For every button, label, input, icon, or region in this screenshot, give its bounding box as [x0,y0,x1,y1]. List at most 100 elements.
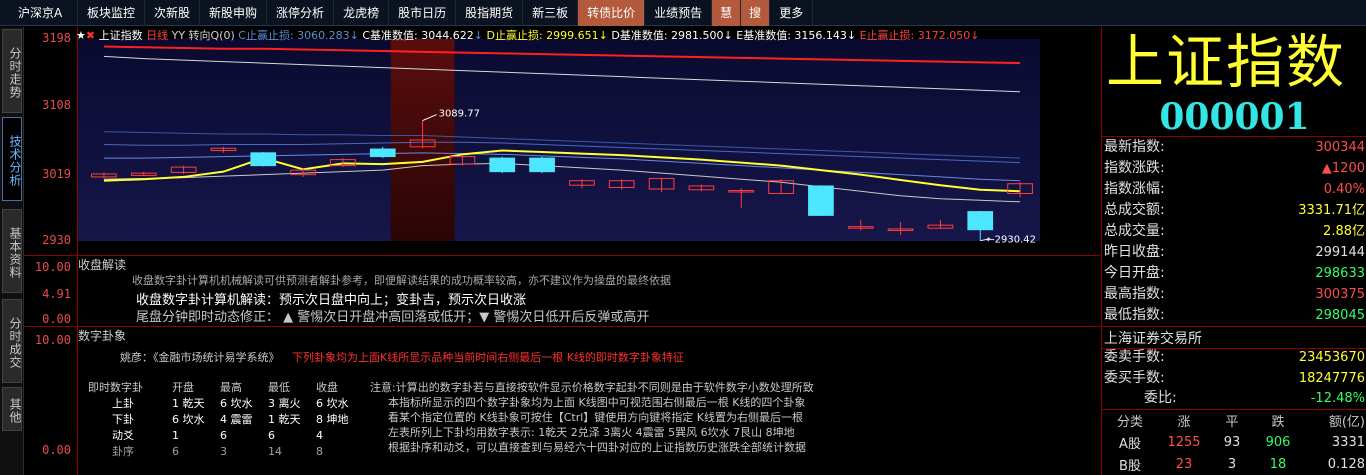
legend-c-base: C基准数值: 3044.622 [362,29,474,42]
stat-value: 300375 [1315,287,1365,302]
gua-note: 本指标所显示的四个数字卦象均为上面 K线图中可视范围右侧最后一根 K线的四个卦象 [388,396,806,409]
stat-value: 298045 [1315,308,1365,323]
legend-close-icon[interactable]: ✖ [86,29,95,42]
interp-disclaimer: 收盘数字卦计算机机械解读可供预测者解卦参考，即便解读结果的成功概率较高，亦不建议… [132,274,671,287]
table-row: 下卦 6 坎水 4 震雷 1 乾天 8 坤地 [88,411,364,427]
market-cell: 906 [1265,434,1291,450]
nav-item-new-stocks[interactable]: 次新股 [145,0,201,26]
stat-row: 总成交量: 2.88亿 [1102,221,1366,242]
table-row: A股 1255 93 906 3331 [1102,431,1366,453]
stat-label: 最低指数: [1104,307,1165,323]
order-label: 委买手数: [1104,370,1165,386]
nav-item-index-futures[interactable]: 股指期货 [456,0,524,26]
market-cell: 23 [1175,456,1193,472]
kline-chart[interactable]: 3089.77 ←2930.42 ★✖ 上证指数 日线 YY 转向Q(0) C止赢… [76,27,1100,255]
legend-d-stop: D止赢止损: 2999.651 [486,29,599,42]
legend-e-base: E基准数值: 3156.143 [736,29,847,42]
nav-item-convertible[interactable]: 转债比价 [578,0,646,26]
order-row: 委买手数: 18247776 [1102,368,1366,389]
axis-label: 3108 [42,98,71,112]
axis-label: 3019 [42,167,71,181]
nav-item-hui[interactable]: 慧 [712,0,742,26]
market-col-header: 跌 [1271,414,1285,430]
legend-c-stop: C止赢止损: 3060.283 [238,29,350,42]
gua-cell: 6 [220,428,227,442]
gua-cell: 1 乾天 [172,397,205,410]
market-cell: A股 [1119,436,1141,452]
nav-item-earnings-forecast[interactable]: 业绩预告 [645,0,713,26]
order-label: 委比: [1144,390,1177,406]
nav-item-sou[interactable]: 搜 [741,0,771,26]
gua-cell: 动爻 [112,429,134,442]
candle-body [489,157,516,173]
market-col-header: 额(亿) [1328,414,1365,430]
interp-correction: 尾盘分钟即时动态修正： ▲ 警惕次日开盘冲高回落或低开；▼ 警惕次日低开后反弹或… [136,310,650,325]
stat-label: 指数涨跌: [1104,160,1165,176]
legend-star-icon: ★ [76,29,86,42]
gua-col-header: 收盘 [316,381,338,394]
tab-intraday[interactable]: 分时走势 [2,29,22,113]
table-row: B股 23 3 18 0.128 [1102,453,1366,475]
nav-item-more[interactable]: 更多 [770,0,814,26]
gua-panel: 数字卦象 姚彦：《金融市场统计易学系统》 下列卦象均为上面K线所显示品种当前时间… [78,327,1100,475]
market-cell: 18 [1269,456,1287,472]
interp-axis: 10.00 4.91 0.00 [24,256,78,326]
interp-panel: 收盘解读 收盘数字卦计算机机械解读可供预测者解卦参考，即便解读结果的成功概率较高… [78,256,1100,326]
table-row: 卦序 6 3 14 8 [88,443,364,459]
stat-value: 298633 [1315,266,1365,281]
stat-row: 总成交额: 3331.71亿 [1102,200,1366,221]
table-row: 分类 涨 平 跌 额(亿) [1102,409,1366,431]
axis-label: 2930 [42,233,71,247]
table-row: 上卦 1 乾天 6 坎水 3 离火 6 坎水 [88,395,364,411]
gua-cell: 14 [268,444,282,458]
candle-body [808,185,834,216]
gua-note: 看某个指定位置的 K线卦象可按住【Ctrl】键使用方向键将指定 K线置为右侧最后… [388,411,803,424]
axis-label: 0.00 [42,443,71,457]
nav-item-limit-up[interactable]: 涨停分析 [267,0,335,26]
gua-cell: 6 [172,444,179,458]
price-axis: 3198 3108 3019 2930 [24,27,78,255]
gua-col-header: 即时数字卦 [88,381,143,394]
nav-item-calendar[interactable]: 股市日历 [389,0,457,26]
left-tab-strip: 分时走势 技术分析 基本资料 分时成交 其他 [0,27,24,475]
stat-value: 299144 [1315,245,1365,260]
tab-basic-info[interactable]: 基本资料 [2,209,22,293]
gua-cell: 3 [220,444,227,458]
gua-cell: 卦序 [112,445,134,458]
interp-title: 收盘解读 [78,258,127,272]
market-cell: 3331 [1331,434,1365,450]
tab-technical[interactable]: 技术分析 [2,117,22,201]
market-table: 分类 涨 平 跌 额(亿) A股 1255 93 906 3331 B股 23 … [1102,409,1366,475]
nav-item-dragon-tiger[interactable]: 龙虎榜 [334,0,390,26]
gua-cell: 上卦 [112,397,134,410]
nav-item-neeq[interactable]: 新三板 [523,0,579,26]
order-row: 委比: -12.48% [1102,388,1366,409]
tab-other[interactable]: 其他 [2,387,22,431]
candle-body [529,157,555,173]
stat-value: ▲1200 [1321,161,1365,176]
market-col-header: 平 [1225,414,1239,430]
stat-value: 0.40% [1323,182,1365,197]
legend-e-stop: E止赢止损: 3172.050 [859,29,971,42]
gua-axis: 10.00 0.00 [24,327,78,475]
low-price-label: ←2930.42 [986,235,1036,246]
market-cell: 0.128 [1327,456,1365,472]
market-cell: 3 [1227,456,1237,472]
market-cell: B股 [1119,458,1141,474]
tab-intraday-trades[interactable]: 分时成交 [2,299,22,383]
gua-col-header: 最低 [268,381,290,394]
stat-label: 最新指数: [1104,139,1165,155]
nav-item-sector-monitor[interactable]: 板块监控 [78,0,146,26]
gua-note: 根据卦序和动爻，可以直接查到与易经六十四卦对应的上证指数历史涨跌全部统计数据 [388,441,806,454]
market-col-header: 分类 [1116,414,1143,430]
nav-item-hushen[interactable]: 沪深京A [0,0,78,26]
stat-row: 最新指数: 300344 [1102,137,1366,158]
gua-cell: 3 离火 [268,397,301,410]
nav-item-ipo-subscribe[interactable]: 新股申购 [200,0,268,26]
axis-label: 4.91 [42,287,71,301]
gua-cell: 4 [316,428,323,442]
axis-label: 0.00 [42,312,71,326]
stat-label: 最高指数: [1104,286,1165,302]
gua-cell: 6 坎水 [220,397,253,410]
stat-label: 今日开盘: [1104,265,1165,281]
